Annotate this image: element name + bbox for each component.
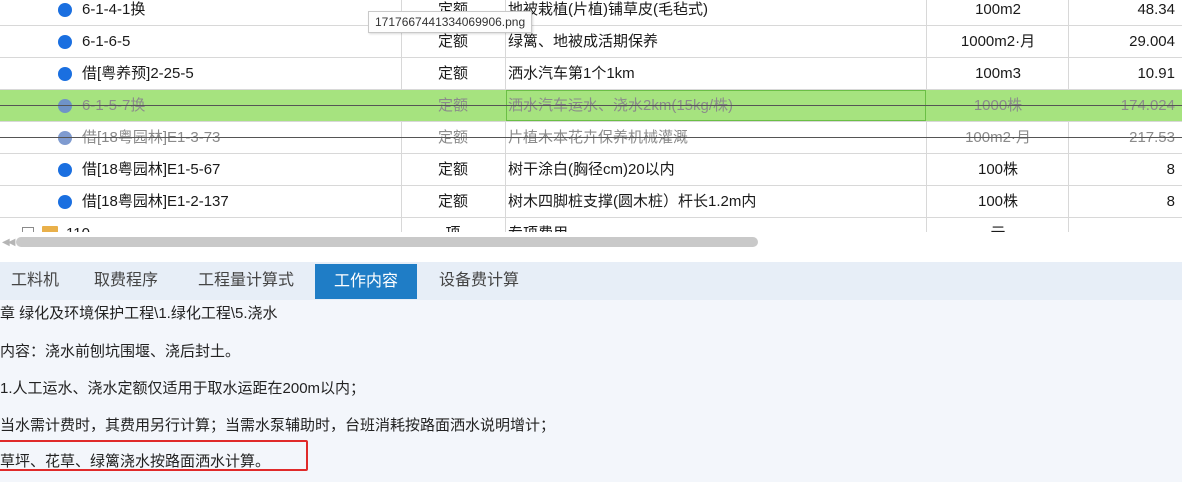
filename-tooltip: 1717667441334069906.png	[368, 11, 533, 33]
detail-tab-bar: 工料机 取费程序 工程量计算式 工作内容 设备费计算	[0, 262, 1182, 301]
tab-work-content[interactable]: 工作内容	[315, 264, 417, 299]
cell-name: 专项费用	[508, 218, 926, 232]
status-dot-icon	[58, 3, 72, 17]
annotation-highlight-box	[0, 440, 308, 471]
cell-type: 项	[403, 218, 503, 232]
quota-grid: 6-1-4-1换 定额 地被栽植(片植)铺草皮(毛毡式) 100m2 48.34…	[0, 0, 1182, 232]
table-row[interactable]: 借[18粤园林]E1-2-137 定额 树木四脚桩支撑(圆木桩）杆长1.2m内 …	[0, 186, 1182, 218]
cell-quantity: 10.91	[1137, 65, 1175, 82]
cell-type: 定额	[437, 161, 468, 178]
status-dot-icon	[58, 195, 72, 209]
tab-fee-procedure[interactable]: 取费程序	[78, 262, 174, 299]
table-row[interactable]: 6-1-6-5 定额 绿篱、地被成活期保养 1000m2·月 29.004	[0, 26, 1182, 58]
strikethrough-line	[0, 137, 1182, 138]
cell-name: 绿篱、地被成活期保养	[508, 33, 659, 50]
strikethrough-line	[0, 105, 1182, 106]
tab-quantity-formula[interactable]: 工程量计算式	[186, 262, 306, 299]
cell-name: 树干涂白(胸径cm)20以内	[508, 161, 675, 178]
cell-type: 定额	[437, 65, 468, 82]
table-row-group[interactable]: 110 项 专项费用 元	[0, 218, 1182, 232]
cell-quantity	[1070, 218, 1175, 232]
status-dot-icon	[58, 131, 72, 145]
cell-code: 借[18粤园林]E1-2-137	[82, 193, 229, 210]
cell-code: 110	[66, 218, 384, 232]
table-row[interactable]: 6-1-4-1换 定额 地被栽植(片植)铺草皮(毛毡式) 100m2 48.34	[0, 0, 1182, 26]
table-row[interactable]: 借[粤养预]2-25-5 定额 洒水汽车第1个1km 100m3 10.91	[0, 58, 1182, 90]
cell-quantity: 8	[1166, 161, 1175, 178]
cell-quantity: 8	[1166, 193, 1175, 210]
status-dot-icon	[58, 35, 72, 49]
status-dot-icon	[58, 99, 72, 113]
cell-code: 借[粤养预]2-25-5	[82, 65, 194, 82]
cell-code: 借[18粤园林]E1-5-67	[82, 161, 221, 178]
scroll-left-icon[interactable]: ◀◀	[2, 237, 15, 248]
cell-code: 6-1-4-1换	[82, 1, 146, 18]
work-content-text: 内容：浇水前刨坑围堰、浇后封土。	[0, 343, 241, 360]
note-line-2: 当水需计费时，其费用另行计算；当需水泵辅助时，台班消耗按路面洒水说明增计；	[0, 417, 556, 434]
cell-unit: 100m2	[975, 1, 1021, 18]
cell-name: 洒水汽车第1个1km	[508, 65, 635, 82]
note-line-1: 1.人工运水、浇水定额仅适用于取水运距在200m以内；	[0, 380, 366, 397]
chapter-path: 章 绿化及环境保护工程\1.绿化工程\5.浇水	[0, 305, 278, 322]
table-row[interactable]: 借[18粤园林]E1-3-73 定额 片植木本花卉保养机械灌溉 100m2·月 …	[0, 122, 1182, 154]
status-dot-icon	[58, 67, 72, 81]
cell-code: 6-1-6-5	[82, 33, 131, 50]
table-row-selected[interactable]: 6-1-5-7换 定额 洒水汽车运水、浇水2km(15kg/株) 1000株 1…	[0, 90, 1182, 122]
cell-unit: 100株	[977, 161, 1019, 178]
cell-type: 定额	[437, 193, 468, 210]
tab-equipment-cost[interactable]: 设备费计算	[424, 262, 534, 299]
cell-unit: 100株	[977, 193, 1019, 210]
scrollbar-thumb[interactable]	[16, 237, 758, 247]
cell-name: 地被栽植(片植)铺草皮(毛毡式)	[508, 1, 708, 18]
cell-unit: 1000m2·月	[960, 33, 1036, 50]
cell-quantity: 29.004	[1129, 33, 1175, 50]
status-dot-icon	[58, 163, 72, 177]
cell-unit: 元	[928, 218, 1068, 232]
cell-name: 树木四脚桩支撑(圆木桩）杆长1.2m内	[508, 193, 757, 210]
cell-unit: 100m3	[975, 65, 1021, 82]
cell-quantity: 48.34	[1137, 1, 1175, 18]
tab-materials[interactable]: 工料机	[0, 262, 70, 299]
table-row[interactable]: 借[18粤园林]E1-5-67 定额 树干涂白(胸径cm)20以内 100株 8	[0, 154, 1182, 186]
